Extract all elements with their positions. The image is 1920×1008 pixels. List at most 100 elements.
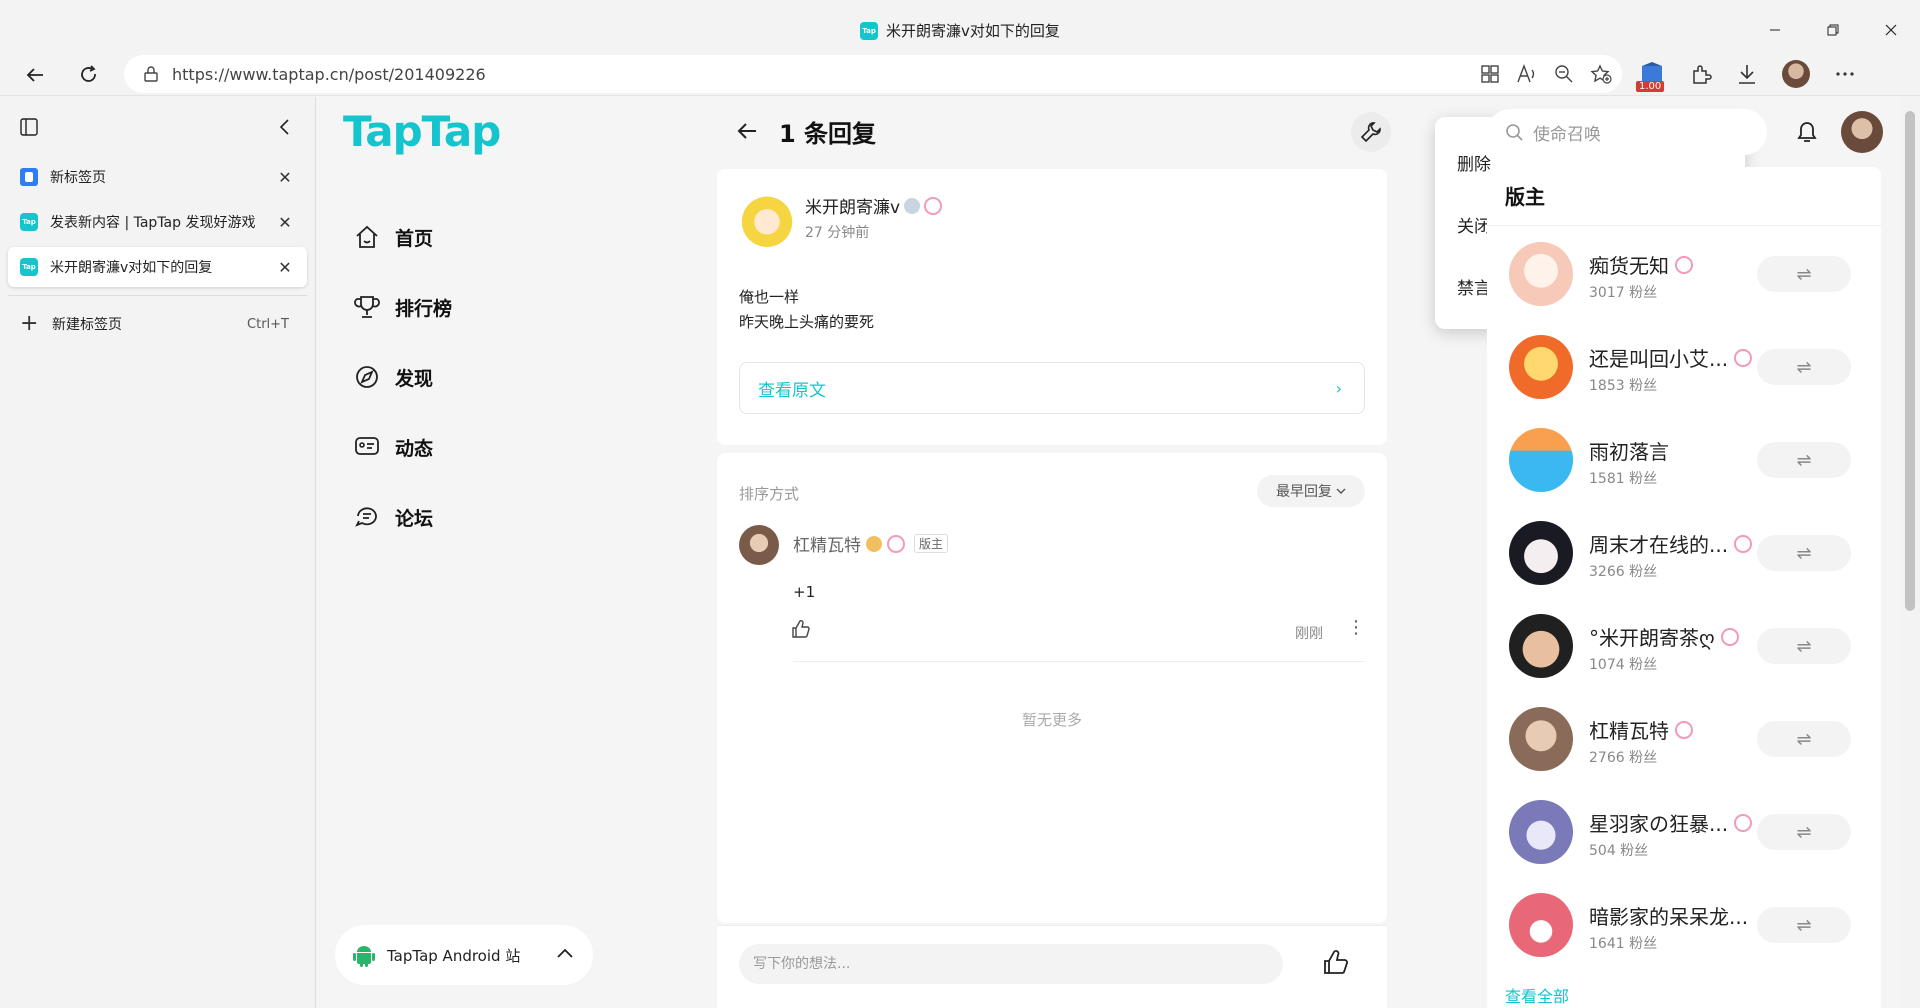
- collapse-panel-icon[interactable]: [278, 118, 292, 136]
- taptap-logo[interactable]: TapTap: [343, 107, 501, 156]
- moderator-item[interactable]: 杠精瓦特 2766 粉丝 ⇌: [1509, 707, 1869, 773]
- moderator-avatar: [1509, 800, 1573, 864]
- window-title-text: 米开朗寄濂v对如下的回复: [886, 22, 1060, 40]
- creator-badge-icon: [1675, 720, 1693, 739]
- nav-forum[interactable]: 论坛: [353, 482, 452, 552]
- moderator-item[interactable]: 星羽家の狂暴... 504 粉丝 ⇌: [1509, 800, 1869, 866]
- notifications-button[interactable]: [1789, 114, 1825, 150]
- reply-avatar[interactable]: [739, 525, 779, 565]
- close-tab-icon[interactable]: ✕: [273, 210, 297, 234]
- refresh-button[interactable]: [72, 58, 106, 92]
- moderator-item[interactable]: 雨初落言 1581 粉丝 ⇌: [1509, 428, 1869, 494]
- moderator-name: 痴货无知: [1589, 254, 1669, 278]
- thumbs-up-icon[interactable]: [791, 619, 811, 639]
- post-header: 1 条回复: [735, 111, 876, 151]
- user-avatar[interactable]: [1841, 111, 1883, 153]
- feed-icon: [353, 433, 381, 461]
- follow-button[interactable]: ⇌: [1757, 442, 1851, 478]
- moderator-name-row: 痴货无知: [1589, 250, 1693, 279]
- author-name[interactable]: 米开朗寄濂v: [805, 193, 900, 218]
- site-nav: 首页 排行榜 发现 动态 论坛: [353, 202, 452, 552]
- favorite-add-icon[interactable]: [1590, 64, 1612, 84]
- scrollbar-thumb[interactable]: [1905, 111, 1915, 611]
- profile-avatar[interactable]: [1782, 60, 1810, 88]
- replies-card: 排序方式 最早回复 杠精瓦特 版主 +1 刚刚 ⋮ 暂无更多: [717, 453, 1387, 923]
- wrench-icon: [1360, 122, 1381, 143]
- follow-button[interactable]: ⇌: [1757, 256, 1851, 292]
- nav-label: 排行榜: [395, 297, 453, 320]
- follow-button[interactable]: ⇌: [1757, 721, 1851, 757]
- tab-label: 发表新内容 | TapTap 发现好游戏: [50, 215, 256, 231]
- close-tab-icon[interactable]: ✕: [273, 255, 297, 279]
- extension-badge-count: 1.00: [1636, 81, 1665, 92]
- tab-label: 新标签页: [50, 170, 106, 186]
- back-button[interactable]: [18, 58, 52, 92]
- page-scrollbar[interactable]: [1900, 97, 1920, 1008]
- minimize-button[interactable]: [1746, 10, 1804, 50]
- android-label: TapTap Android 站: [387, 946, 521, 965]
- sort-dropdown[interactable]: 最早回复: [1257, 475, 1365, 507]
- taptap-favicon: Tap: [20, 213, 38, 231]
- read-aloud-icon[interactable]: [1516, 64, 1538, 84]
- search-placeholder: 使命召唤: [1533, 124, 1601, 145]
- view-all-link[interactable]: 查看全部: [1505, 983, 1569, 1007]
- nav-discover[interactable]: 发现: [353, 342, 452, 412]
- chevron-right-icon: ›: [1335, 379, 1342, 398]
- reply-divider: [793, 661, 1365, 662]
- back-arrow-icon[interactable]: [735, 119, 759, 143]
- follow-button[interactable]: ⇌: [1757, 349, 1851, 385]
- manage-button[interactable]: [1351, 112, 1391, 152]
- moderators-title: 版主: [1505, 185, 1545, 209]
- nav-home[interactable]: 首页: [353, 202, 452, 272]
- zoom-out-icon[interactable]: [1554, 64, 1574, 84]
- reply-author-name[interactable]: 杠精瓦特: [793, 531, 861, 556]
- moderator-item[interactable]: 周末才在线的... 3266 粉丝 ⇌: [1509, 521, 1869, 587]
- close-window-button[interactable]: [1862, 10, 1920, 50]
- follow-button[interactable]: ⇌: [1757, 628, 1851, 664]
- comment-input[interactable]: [739, 944, 1283, 984]
- thumbs-up-icon[interactable]: [1323, 950, 1349, 976]
- moderator-item[interactable]: 还是叫回小艾... 1853 粉丝 ⇌: [1509, 335, 1869, 401]
- tab-actions-icon[interactable]: [20, 118, 38, 136]
- moderator-item[interactable]: °米开朗寄茶ღ 1074 粉丝 ⇌: [1509, 614, 1869, 680]
- nav-ranking[interactable]: 排行榜: [353, 272, 452, 342]
- author-avatar[interactable]: [739, 191, 795, 247]
- site-search[interactable]: 使命召唤: [1487, 109, 1767, 155]
- moderator-fans: 1641 粉丝: [1589, 936, 1658, 952]
- sort-value: 最早回复: [1276, 484, 1332, 500]
- search-icon: [1506, 124, 1523, 141]
- android-site-link[interactable]: TapTap Android 站: [335, 925, 593, 985]
- more-vertical-icon[interactable]: ⋮: [1347, 617, 1365, 638]
- follow-button[interactable]: ⇌: [1757, 814, 1851, 850]
- creator-badge-icon: [1734, 813, 1753, 832]
- chevron-up-icon[interactable]: [555, 943, 575, 963]
- moderator-name-row: 星羽家の狂暴...: [1589, 808, 1753, 837]
- extension-badge-button[interactable]: 1.00: [1636, 60, 1666, 92]
- new-tab-button[interactable]: + 新建标签页 Ctrl+T: [0, 306, 315, 342]
- creator-badge-icon: [1720, 627, 1739, 646]
- url-text[interactable]: https://www.taptap.cn/post/201409226: [172, 65, 486, 84]
- nav-feed[interactable]: 动态: [353, 412, 452, 482]
- download-icon[interactable]: [1736, 63, 1758, 85]
- moderator-item[interactable]: 痴货无知 3017 粉丝 ⇌: [1509, 242, 1869, 308]
- tab-newtab[interactable]: 新标签页 ✕: [8, 157, 307, 197]
- apps-icon[interactable]: [1480, 64, 1500, 84]
- home-icon: [353, 223, 381, 251]
- restore-button[interactable]: [1804, 10, 1862, 50]
- tab-reply-active[interactable]: Tap 米开朗寄濂v对如下的回复 ✕: [8, 247, 307, 287]
- moderator-item[interactable]: 暗影家的呆呆龙... 1641 粉丝 ⇌: [1509, 893, 1869, 959]
- post-time: 27 分钟前: [805, 225, 870, 241]
- tab-divider: [8, 295, 307, 296]
- moderator-name: 雨初落言: [1589, 440, 1669, 464]
- follow-button[interactable]: ⇌: [1757, 535, 1851, 571]
- close-tab-icon[interactable]: ✕: [273, 165, 297, 189]
- moderator-fans: 2766 粉丝: [1589, 750, 1658, 766]
- moderator-name: 还是叫回小艾...: [1589, 347, 1729, 371]
- extensions-puzzle-icon[interactable]: [1690, 63, 1712, 85]
- tab-post-new[interactable]: Tap 发表新内容 | TapTap 发现好游戏 ✕: [8, 202, 307, 242]
- view-original-button[interactable]: 查看原文 ›: [739, 362, 1365, 414]
- follow-button[interactable]: ⇌: [1757, 907, 1851, 943]
- url-box[interactable]: https://www.taptap.cn/post/201409226: [124, 55, 1622, 93]
- moderator-avatar: [1509, 242, 1573, 306]
- more-dots-icon[interactable]: [1834, 63, 1856, 85]
